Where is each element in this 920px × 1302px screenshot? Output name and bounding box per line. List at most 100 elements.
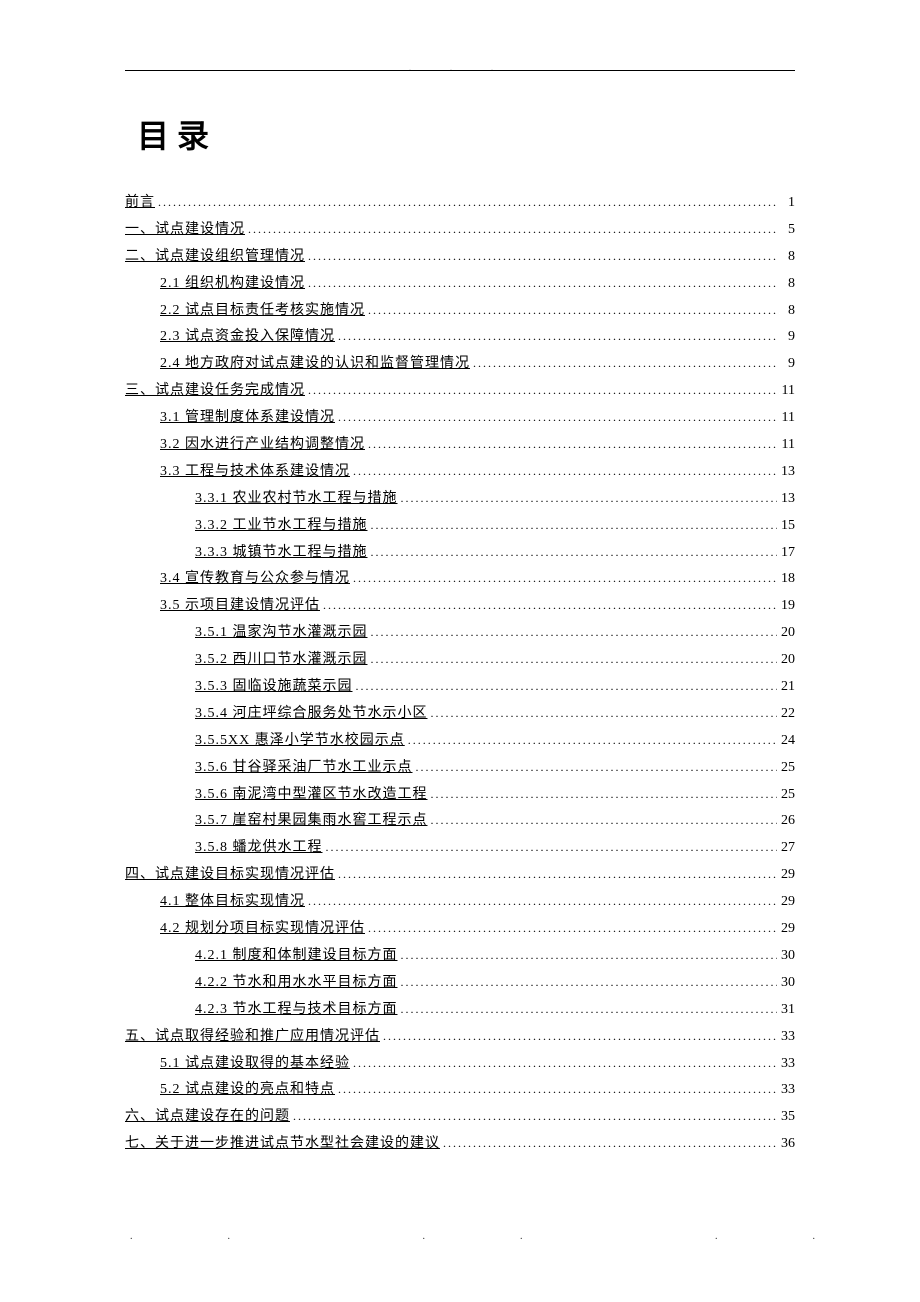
toc-entry[interactable]: 七、关于进一步推进试点节水型社会建设的建议 36: [125, 1133, 795, 1155]
toc-entry-text: 四、试点建设目标实现情况评估: [125, 864, 335, 886]
toc-entry-page: 9: [777, 326, 795, 348]
toc-entry-text: 3.5.4 河庄坪综合服务处节水示小区: [195, 703, 428, 725]
toc-entry[interactable]: 3.5.1 温家沟节水灌溉示园20: [195, 622, 795, 644]
toc-entry[interactable]: 3.5.4 河庄坪综合服务处节水示小区 22: [195, 703, 795, 725]
toc-entry-text: 二、试点建设组织管理情况: [125, 246, 305, 268]
toc-entry-page: 5: [777, 219, 795, 241]
toc-title: 目录: [137, 111, 795, 157]
toc-entry[interactable]: 4.2.1 制度和体制建设目标方面30: [195, 945, 795, 967]
toc-leader-dots: [305, 381, 777, 400]
document-page: . . . 目录 前言1一、试点建设情况5二、试点建设组织管理情况82.1 组织…: [0, 0, 920, 1156]
toc-leader-dots: [440, 1134, 777, 1153]
toc-entry[interactable]: 3.5.3 固临设施蔬菜示园 21: [195, 676, 795, 698]
toc-entry-text: 七、关于进一步推进试点节水型社会建设的建议: [125, 1133, 440, 1155]
toc-entry[interactable]: 3.5.2 西川口节水灌溉示园20: [195, 649, 795, 671]
toc-entry[interactable]: 六、试点建设存在的问题 35: [125, 1106, 795, 1128]
toc-entry[interactable]: 一、试点建设情况 5: [125, 219, 795, 241]
toc-entry-text: 六、试点建设存在的问题: [125, 1106, 290, 1128]
toc-entry-page: 35: [777, 1106, 795, 1128]
toc-entry[interactable]: 3.1 管理制度体系建设情况11: [160, 407, 795, 429]
toc-leader-dots: [413, 758, 778, 777]
toc-entry-page: 9: [777, 353, 795, 375]
toc-entry-page: 21: [777, 676, 795, 698]
toc-entry-text: 3.5.6 甘谷驿采油厂节水工业示点: [195, 757, 413, 779]
toc-entry[interactable]: 3.3.2 工业节水工程与措施15: [195, 515, 795, 537]
toc-entry[interactable]: 3.5.7 崖窑村果园集雨水窖工程示点26: [195, 810, 795, 832]
toc-entry-text: 3.5 示项目建设情况评估: [160, 595, 320, 617]
toc-entry[interactable]: 4.2.3 节水工程与技术目标方面 31: [195, 999, 795, 1021]
footer-dots: .. .. ..: [130, 1231, 910, 1242]
toc-entry[interactable]: 4.1 整体目标实现情况 29: [160, 891, 795, 913]
toc-entry[interactable]: 4.2.2 节水和用水水平目标方面 30: [195, 972, 795, 994]
toc-leader-dots: [428, 811, 778, 830]
toc-entry-text: 4.2 规划分项目标实现情况评估: [160, 918, 365, 940]
toc-entry-text: 3.5.2 西川口节水灌溉示园: [195, 649, 368, 671]
toc-entry-page: 18: [777, 568, 795, 590]
toc-entry-page: 25: [777, 757, 795, 779]
toc-leader-dots: [350, 462, 777, 481]
toc-entry[interactable]: 3.5.8 蟠龙供水工程27: [195, 837, 795, 859]
toc-entry-text: 2.1 组织机构建设情况: [160, 273, 305, 295]
toc-entry-page: 24: [777, 730, 795, 752]
toc-entry-text: 4.2.1 制度和体制建设目标方面: [195, 945, 398, 967]
toc-leader-dots: [305, 247, 777, 266]
toc-entry[interactable]: 3.5.6 甘谷驿采油厂节水工业示点 25: [195, 757, 795, 779]
toc-entry-text: 一、试点建设情况: [125, 219, 245, 241]
toc-entry-text: 5.1 试点建设取得的基本经验: [160, 1053, 350, 1075]
toc-entry-page: 22: [777, 703, 795, 725]
toc-entry-text: 2.3 试点资金投入保障情况: [160, 326, 335, 348]
toc-leader-dots: [405, 731, 777, 750]
toc-entry-page: 33: [777, 1079, 795, 1101]
toc-entry[interactable]: 5.2 试点建设的亮点和特点33: [160, 1079, 795, 1101]
toc-leader-dots: [398, 489, 778, 508]
toc-entry-text: 3.4 宣传教育与公众参与情况: [160, 568, 350, 590]
toc-entry[interactable]: 五、试点取得经验和推广应用情况评估33: [125, 1026, 795, 1048]
toc-leader-dots: [155, 193, 777, 212]
toc-leader-dots: [335, 1080, 777, 1099]
toc-entry-page: 8: [777, 273, 795, 295]
toc-leader-dots: [323, 838, 778, 857]
toc-entry[interactable]: 3.5.6 南泥湾中型灌区节水改造工程25: [195, 784, 795, 806]
toc-entry[interactable]: 4.2 规划分项目标实现情况评估29: [160, 918, 795, 940]
toc-entry[interactable]: 3.4 宣传教育与公众参与情况 18: [160, 568, 795, 590]
toc-entry[interactable]: 2.4 地方政府对试点建设的认识和监督管理情况 9: [160, 353, 795, 375]
toc-entry[interactable]: 3.3.3 城镇节水工程与措施17: [195, 542, 795, 564]
toc-entry-page: 13: [777, 488, 795, 510]
toc-entry-page: 29: [777, 891, 795, 913]
toc-entry[interactable]: 四、试点建设目标实现情况评估29: [125, 864, 795, 886]
toc-entry-page: 1: [777, 192, 795, 214]
toc-entry[interactable]: 2.2 试点目标责任考核实施情况8: [160, 300, 795, 322]
toc-entry-text: 4.2.3 节水工程与技术目标方面: [195, 999, 398, 1021]
toc-entry-page: 36: [777, 1133, 795, 1155]
toc-entry[interactable]: 3.3 工程与技术体系建设情况13: [160, 461, 795, 483]
toc-entry[interactable]: 2.1 组织机构建设情况 8: [160, 273, 795, 295]
toc-entry-text: 3.5.7 崖窑村果园集雨水窖工程示点: [195, 810, 428, 832]
toc-entry[interactable]: 3.5 示项目建设情况评估19: [160, 595, 795, 617]
toc-entry[interactable]: 三、试点建设任务完成情况11: [125, 380, 795, 402]
toc-entry-page: 11: [777, 407, 795, 429]
toc-entry-page: 20: [777, 622, 795, 644]
toc-leader-dots: [398, 1000, 778, 1019]
toc-entry-text: 4.2.2 节水和用水水平目标方面: [195, 972, 398, 994]
toc-entry-text: 4.1 整体目标实现情况: [160, 891, 305, 913]
toc-entry-page: 31: [777, 999, 795, 1021]
toc-entry-page: 8: [777, 300, 795, 322]
toc-entry[interactable]: 3.2 因水进行产业结构调整情况11: [160, 434, 795, 456]
toc-leader-dots: [335, 327, 777, 346]
toc-entry[interactable]: 二、试点建设组织管理情况8: [125, 246, 795, 268]
toc-leader-dots: [368, 650, 778, 669]
toc-entry-page: 30: [777, 972, 795, 994]
toc-leader-dots: [335, 408, 777, 427]
toc-entry[interactable]: 3.5.5XX 惠泽小学节水校园示点24: [195, 730, 795, 752]
header-dots: . . .: [125, 63, 795, 74]
toc-leader-dots: [365, 919, 777, 938]
toc-leader-dots: [368, 623, 778, 642]
toc-entry-text: 2.4 地方政府对试点建设的认识和监督管理情况: [160, 353, 470, 375]
toc-entry[interactable]: 前言1: [125, 192, 795, 214]
toc-entry-page: 17: [777, 542, 795, 564]
toc-entry[interactable]: 3.3.1 农业农村节水工程与措施13: [195, 488, 795, 510]
toc-leader-dots: [320, 596, 777, 615]
toc-entry[interactable]: 5.1 试点建设取得的基本经验33: [160, 1053, 795, 1075]
toc-entry[interactable]: 2.3 试点资金投入保障情况 9: [160, 326, 795, 348]
toc-entry-text: 3.5.3 固临设施蔬菜示园: [195, 676, 353, 698]
